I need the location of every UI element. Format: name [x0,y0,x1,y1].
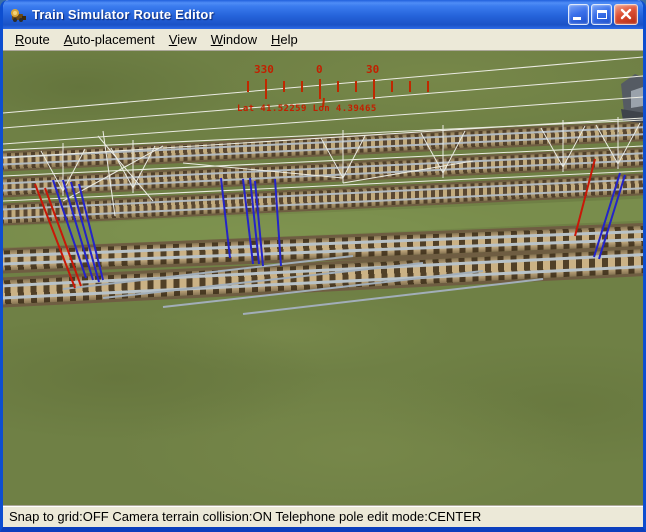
compass-label-330: 330 [254,63,274,76]
telephone-poles-blue [53,173,625,282]
window-title: Train Simulator Route Editor [32,7,214,22]
wireframe-gantries [41,117,640,216]
menu-help[interactable]: Help [264,30,305,49]
menubar: Route Auto-placement View Window Help [3,29,643,51]
minimize-button[interactable] [568,4,589,25]
maximize-icon [597,10,607,19]
close-button[interactable] [614,4,638,25]
maximize-button[interactable] [591,4,612,25]
statusbar: Snap to grid:OFF Camera terrain collisio… [3,505,643,526]
compass-ticks [248,79,428,107]
compass-label-30: 30 [366,63,379,76]
minimize-icon [573,17,581,20]
app-window: Train Simulator Route Editor Route Auto-… [0,0,646,532]
train-icon [10,7,28,23]
close-icon [615,5,637,24]
menu-window[interactable]: Window [204,30,264,49]
status-text: Snap to grid:OFF Camera terrain collisio… [9,509,481,524]
catenary-wires [3,57,643,201]
menu-auto-placement[interactable]: Auto-placement [57,30,162,49]
window-controls [568,4,638,25]
route-editor-3d-viewport[interactable]: 330 0 30 Lat 41.52259 Lon 4.39465 [3,51,643,505]
lat-lon-readout: Lat 41.52259 Lon 4.39465 [237,104,377,114]
titlebar[interactable]: Train Simulator Route Editor [3,0,643,29]
switch-rails [63,256,543,314]
scene-overlay [3,51,643,505]
telephone-poles-red [35,159,595,288]
compass-label-0: 0 [316,63,323,76]
menu-view[interactable]: View [162,30,204,49]
menu-route[interactable]: Route [8,30,57,49]
